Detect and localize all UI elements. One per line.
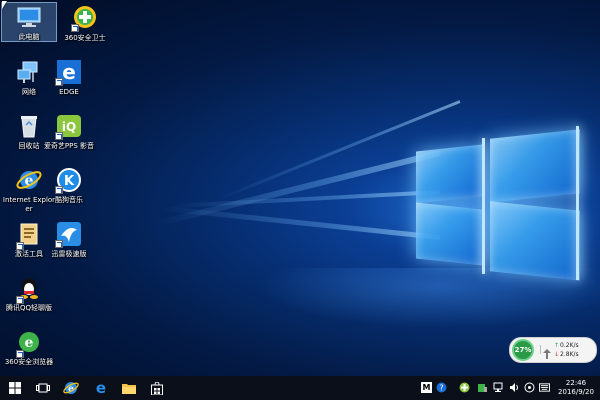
taskbar-edge-button[interactable]: e [88, 376, 114, 400]
network-tray-icon[interactable] [493, 382, 504, 393]
battery-security-icon[interactable] [477, 382, 488, 393]
desktop-icon-edge[interactable]: e EDGE [41, 58, 97, 97]
mouse-cursor-icon [2, 1, 7, 9]
clock-time: 22:46 [565, 379, 587, 387]
memory-usage-ring[interactable]: 27% [512, 339, 534, 361]
store-icon [151, 381, 163, 395]
keyboard-icon[interactable] [539, 382, 550, 393]
help-icon[interactable]: ? [436, 382, 447, 393]
taskbar-ie-button[interactable]: e [58, 376, 84, 400]
360-safe-tray-icon[interactable] [459, 382, 470, 393]
clock-date: 2016/9/20 [558, 388, 594, 396]
download-rate: 2.8K/s [560, 351, 579, 358]
svg-text:K: K [64, 174, 75, 189]
network-speed-widget[interactable]: 27% ↑0.2K/s ↓2.8K/s [509, 337, 597, 363]
shortcut-arrow-icon [71, 24, 79, 32]
start-icon [9, 382, 21, 394]
shortcut-arrow-icon [55, 132, 63, 140]
ie-icon: e [63, 382, 79, 395]
svg-text:?: ? [439, 384, 443, 393]
upload-arrow-icon: ↑ [554, 342, 560, 349]
taskbar-file-explorer-button[interactable] [116, 376, 142, 400]
desktop-icon-label: 此电脑 [18, 33, 40, 41]
file-explorer-icon [122, 384, 136, 394]
desktop-icon-label: EDGE [59, 88, 79, 96]
edge-icon: e [96, 381, 106, 395]
light-ray [157, 150, 441, 227]
desktop-icon-this-pc[interactable]: 此电脑 [1, 2, 57, 42]
svg-text:e: e [25, 335, 34, 351]
this-pc-icon [15, 3, 43, 31]
svg-text:e: e [62, 60, 76, 84]
svg-text:iQ: iQ [62, 120, 76, 134]
speed-rates: ↑0.2K/s ↓2.8K/s [554, 341, 579, 359]
shortcut-arrow-icon [55, 78, 63, 86]
desktop-icon-label: 迅雷极速版 [51, 250, 87, 258]
task-view-icon [36, 383, 50, 393]
volume-icon[interactable] [509, 382, 520, 393]
recycle-bin-icon [15, 112, 43, 140]
taskbar-store-button[interactable] [144, 376, 170, 400]
desktop-icon-360-browser[interactable]: e 360安全浏览器 [1, 328, 57, 367]
shortcut-arrow-icon [55, 240, 63, 248]
light-ray [170, 190, 441, 209]
network-icon [15, 58, 43, 86]
desktop-icon-kugou[interactable]: K 酷狗音乐 [41, 166, 97, 205]
speed-indicator-icon [543, 344, 551, 359]
task-view-button[interactable] [30, 376, 56, 400]
desktop-icon-iqiyi[interactable]: iQ 爱奇艺PPS 影音 [41, 112, 97, 151]
shortcut-arrow-icon [16, 350, 24, 358]
light-ray [161, 205, 441, 240]
svg-text:e: e [96, 381, 106, 395]
desktop-icon-label: 爱奇艺PPS 影音 [43, 142, 95, 150]
desktop-icon-label: 酷狗音乐 [55, 196, 83, 204]
taskbar: e e M ? 22:46 2016/9/20 [0, 376, 600, 400]
desktop-icon-label: 360安全卫士 [64, 34, 106, 42]
system-clock[interactable]: 22:46 2016/9/20 [556, 379, 596, 397]
input-method-icon[interactable] [524, 382, 535, 393]
desktop-icon-xunlei[interactable]: 迅雷极速版 [41, 220, 97, 259]
upload-rate: 0.2K/s [560, 342, 579, 349]
start-button[interactable] [2, 376, 28, 400]
ie-icon: e [15, 166, 43, 194]
shortcut-arrow-icon [16, 296, 24, 304]
desktop-icon-label: 360安全浏览器 [4, 358, 54, 366]
shortcut-arrow-icon [55, 186, 63, 194]
download-arrow-icon: ↓ [554, 351, 560, 358]
desktop-icon-360-safe[interactable]: 360安全卫士 [57, 4, 113, 43]
desktop-icon-label: 腾讯QQ轻聊版 [5, 304, 53, 312]
desktop-icon-qq[interactable]: 腾讯QQ轻聊版 [1, 274, 57, 313]
tray-m-badge[interactable]: M [421, 382, 432, 393]
desktop[interactable]: 此电脑 网络 回收站 e Internet Explorer 激活工具 腾讯QQ… [0, 0, 600, 400]
shortcut-arrow-icon [16, 242, 24, 250]
